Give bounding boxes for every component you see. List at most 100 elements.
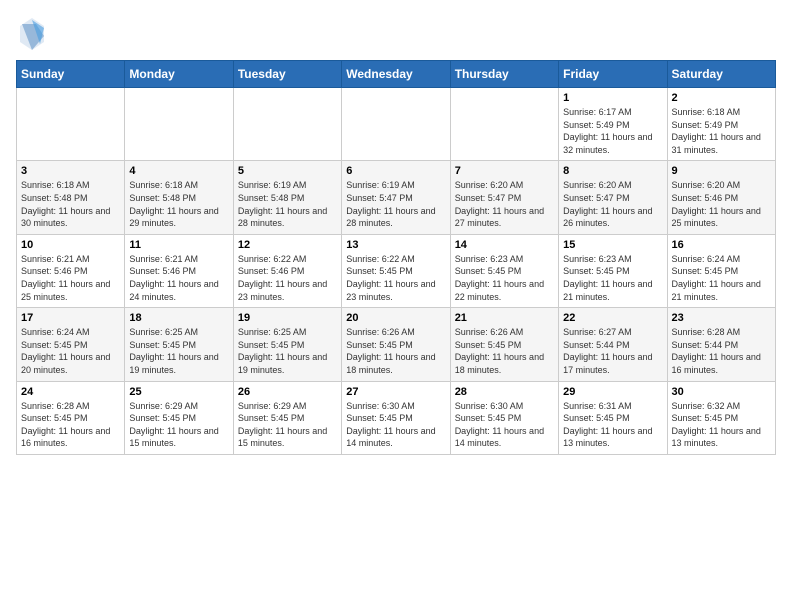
day-number: 5	[238, 165, 337, 177]
day-number: 18	[129, 312, 228, 324]
day-number: 8	[563, 165, 662, 177]
day-of-week-header: Monday	[125, 61, 233, 88]
day-of-week-header: Thursday	[450, 61, 558, 88]
day-info: Sunrise: 6:22 AM Sunset: 5:45 PM Dayligh…	[346, 253, 445, 303]
day-info: Sunrise: 6:18 AM Sunset: 5:49 PM Dayligh…	[672, 106, 771, 156]
day-info: Sunrise: 6:27 AM Sunset: 5:44 PM Dayligh…	[563, 326, 662, 376]
day-info: Sunrise: 6:24 AM Sunset: 5:45 PM Dayligh…	[672, 253, 771, 303]
day-number: 3	[21, 165, 120, 177]
day-number: 26	[238, 386, 337, 398]
calendar-day-cell: 15 Sunrise: 6:23 AM Sunset: 5:45 PM Dayli…	[559, 234, 667, 307]
calendar-header: SundayMondayTuesdayWednesdayThursdayFrid…	[17, 61, 776, 88]
day-of-week-header: Sunday	[17, 61, 125, 88]
calendar-day-cell: 22 Sunrise: 6:27 AM Sunset: 5:44 PM Dayli…	[559, 308, 667, 381]
calendar-week-row: 3 Sunrise: 6:18 AM Sunset: 5:48 PM Daylig…	[17, 161, 776, 234]
day-number: 7	[455, 165, 554, 177]
day-info: Sunrise: 6:24 AM Sunset: 5:45 PM Dayligh…	[21, 326, 120, 376]
calendar-day-cell: 18 Sunrise: 6:25 AM Sunset: 5:45 PM Dayli…	[125, 308, 233, 381]
day-number: 4	[129, 165, 228, 177]
day-number: 29	[563, 386, 662, 398]
day-info: Sunrise: 6:17 AM Sunset: 5:49 PM Dayligh…	[563, 106, 662, 156]
calendar-day-cell: 20Sunrise: 6:26 AM Sunset: 5:45 PM Dayli…	[342, 308, 450, 381]
day-number: 24	[21, 386, 120, 398]
day-number: 20	[346, 312, 445, 324]
header-row: SundayMondayTuesdayWednesdayThursdayFrid…	[17, 61, 776, 88]
calendar-day-cell: 25 Sunrise: 6:29 AM Sunset: 5:45 PM Dayli…	[125, 381, 233, 454]
day-number: 11	[129, 239, 228, 251]
day-info: Sunrise: 6:19 AM Sunset: 5:48 PM Dayligh…	[238, 179, 337, 229]
day-info: Sunrise: 6:19 AM Sunset: 5:47 PM Dayligh…	[346, 179, 445, 229]
day-number: 15	[563, 239, 662, 251]
day-number: 10	[21, 239, 120, 251]
day-info: Sunrise: 6:30 AM Sunset: 5:45 PM Dayligh…	[346, 400, 445, 450]
day-number: 21	[455, 312, 554, 324]
calendar-day-cell: 8 Sunrise: 6:20 AM Sunset: 5:47 PM Daylig…	[559, 161, 667, 234]
calendar-day-cell: 23Sunrise: 6:28 AM Sunset: 5:44 PM Dayli…	[667, 308, 775, 381]
calendar-week-row: 17 Sunrise: 6:24 AM Sunset: 5:45 PM Dayli…	[17, 308, 776, 381]
day-number: 12	[238, 239, 337, 251]
day-info: Sunrise: 6:20 AM Sunset: 5:46 PM Dayligh…	[672, 179, 771, 229]
page-header	[16, 16, 776, 52]
calendar-day-cell	[17, 88, 125, 161]
day-number: 22	[563, 312, 662, 324]
day-number: 2	[672, 92, 771, 104]
day-number: 9	[672, 165, 771, 177]
day-info: Sunrise: 6:20 AM Sunset: 5:47 PM Dayligh…	[563, 179, 662, 229]
calendar-day-cell: 28 Sunrise: 6:30 AM Sunset: 5:45 PM Dayli…	[450, 381, 558, 454]
calendar-day-cell: 7 Sunrise: 6:20 AM Sunset: 5:47 PM Daylig…	[450, 161, 558, 234]
day-info: Sunrise: 6:28 AM Sunset: 5:45 PM Dayligh…	[21, 400, 120, 450]
day-of-week-header: Tuesday	[233, 61, 341, 88]
calendar-day-cell: 13 Sunrise: 6:22 AM Sunset: 5:45 PM Dayli…	[342, 234, 450, 307]
calendar-day-cell: 1 Sunrise: 6:17 AM Sunset: 5:49 PM Daylig…	[559, 88, 667, 161]
day-info: Sunrise: 6:28 AM Sunset: 5:44 PM Dayligh…	[672, 326, 771, 376]
day-info: Sunrise: 6:18 AM Sunset: 5:48 PM Dayligh…	[129, 179, 228, 229]
day-number: 27	[346, 386, 445, 398]
day-info: Sunrise: 6:25 AM Sunset: 5:45 PM Dayligh…	[238, 326, 337, 376]
calendar-day-cell: 3 Sunrise: 6:18 AM Sunset: 5:48 PM Daylig…	[17, 161, 125, 234]
day-info: Sunrise: 6:25 AM Sunset: 5:45 PM Dayligh…	[129, 326, 228, 376]
calendar-day-cell: 11Sunrise: 6:21 AM Sunset: 5:46 PM Dayli…	[125, 234, 233, 307]
calendar-day-cell: 17 Sunrise: 6:24 AM Sunset: 5:45 PM Dayli…	[17, 308, 125, 381]
calendar-day-cell: 2 Sunrise: 6:18 AM Sunset: 5:49 PM Daylig…	[667, 88, 775, 161]
day-info: Sunrise: 6:23 AM Sunset: 5:45 PM Dayligh…	[563, 253, 662, 303]
day-info: Sunrise: 6:30 AM Sunset: 5:45 PM Dayligh…	[455, 400, 554, 450]
day-info: Sunrise: 6:26 AM Sunset: 5:45 PM Dayligh…	[455, 326, 554, 376]
day-number: 17	[21, 312, 120, 324]
calendar-table: SundayMondayTuesdayWednesdayThursdayFrid…	[16, 60, 776, 455]
calendar-day-cell: 24 Sunrise: 6:28 AM Sunset: 5:45 PM Dayli…	[17, 381, 125, 454]
calendar-day-cell: 5 Sunrise: 6:19 AM Sunset: 5:48 PM Daylig…	[233, 161, 341, 234]
calendar-day-cell: 27 Sunrise: 6:30 AM Sunset: 5:45 PM Dayli…	[342, 381, 450, 454]
day-info: Sunrise: 6:20 AM Sunset: 5:47 PM Dayligh…	[455, 179, 554, 229]
calendar-day-cell	[233, 88, 341, 161]
day-number: 14	[455, 239, 554, 251]
day-number: 16	[672, 239, 771, 251]
calendar-day-cell: 16 Sunrise: 6:24 AM Sunset: 5:45 PM Dayli…	[667, 234, 775, 307]
day-info: Sunrise: 6:32 AM Sunset: 5:45 PM Dayligh…	[672, 400, 771, 450]
calendar-day-cell	[450, 88, 558, 161]
day-of-week-header: Friday	[559, 61, 667, 88]
day-of-week-header: Saturday	[667, 61, 775, 88]
day-of-week-header: Wednesday	[342, 61, 450, 88]
day-info: Sunrise: 6:21 AM Sunset: 5:46 PM Dayligh…	[21, 253, 120, 303]
day-number: 19	[238, 312, 337, 324]
day-number: 6	[346, 165, 445, 177]
calendar-day-cell: 10 Sunrise: 6:21 AM Sunset: 5:46 PM Dayli…	[17, 234, 125, 307]
day-number: 25	[129, 386, 228, 398]
calendar-day-cell: 19 Sunrise: 6:25 AM Sunset: 5:45 PM Dayli…	[233, 308, 341, 381]
day-number: 1	[563, 92, 662, 104]
calendar-day-cell: 9 Sunrise: 6:20 AM Sunset: 5:46 PM Daylig…	[667, 161, 775, 234]
calendar-week-row: 10 Sunrise: 6:21 AM Sunset: 5:46 PM Dayli…	[17, 234, 776, 307]
logo-icon	[16, 16, 48, 52]
calendar-week-row: 1 Sunrise: 6:17 AM Sunset: 5:49 PM Daylig…	[17, 88, 776, 161]
day-info: Sunrise: 6:18 AM Sunset: 5:48 PM Dayligh…	[21, 179, 120, 229]
calendar-day-cell: 21 Sunrise: 6:26 AM Sunset: 5:45 PM Dayli…	[450, 308, 558, 381]
calendar-day-cell: 6 Sunrise: 6:19 AM Sunset: 5:47 PM Daylig…	[342, 161, 450, 234]
day-info: Sunrise: 6:29 AM Sunset: 5:45 PM Dayligh…	[238, 400, 337, 450]
day-number: 13	[346, 239, 445, 251]
day-number: 28	[455, 386, 554, 398]
calendar-day-cell: 4 Sunrise: 6:18 AM Sunset: 5:48 PM Daylig…	[125, 161, 233, 234]
calendar-body: 1 Sunrise: 6:17 AM Sunset: 5:49 PM Daylig…	[17, 88, 776, 455]
calendar-day-cell: 14Sunrise: 6:23 AM Sunset: 5:45 PM Dayli…	[450, 234, 558, 307]
logo	[16, 16, 52, 52]
day-info: Sunrise: 6:29 AM Sunset: 5:45 PM Dayligh…	[129, 400, 228, 450]
